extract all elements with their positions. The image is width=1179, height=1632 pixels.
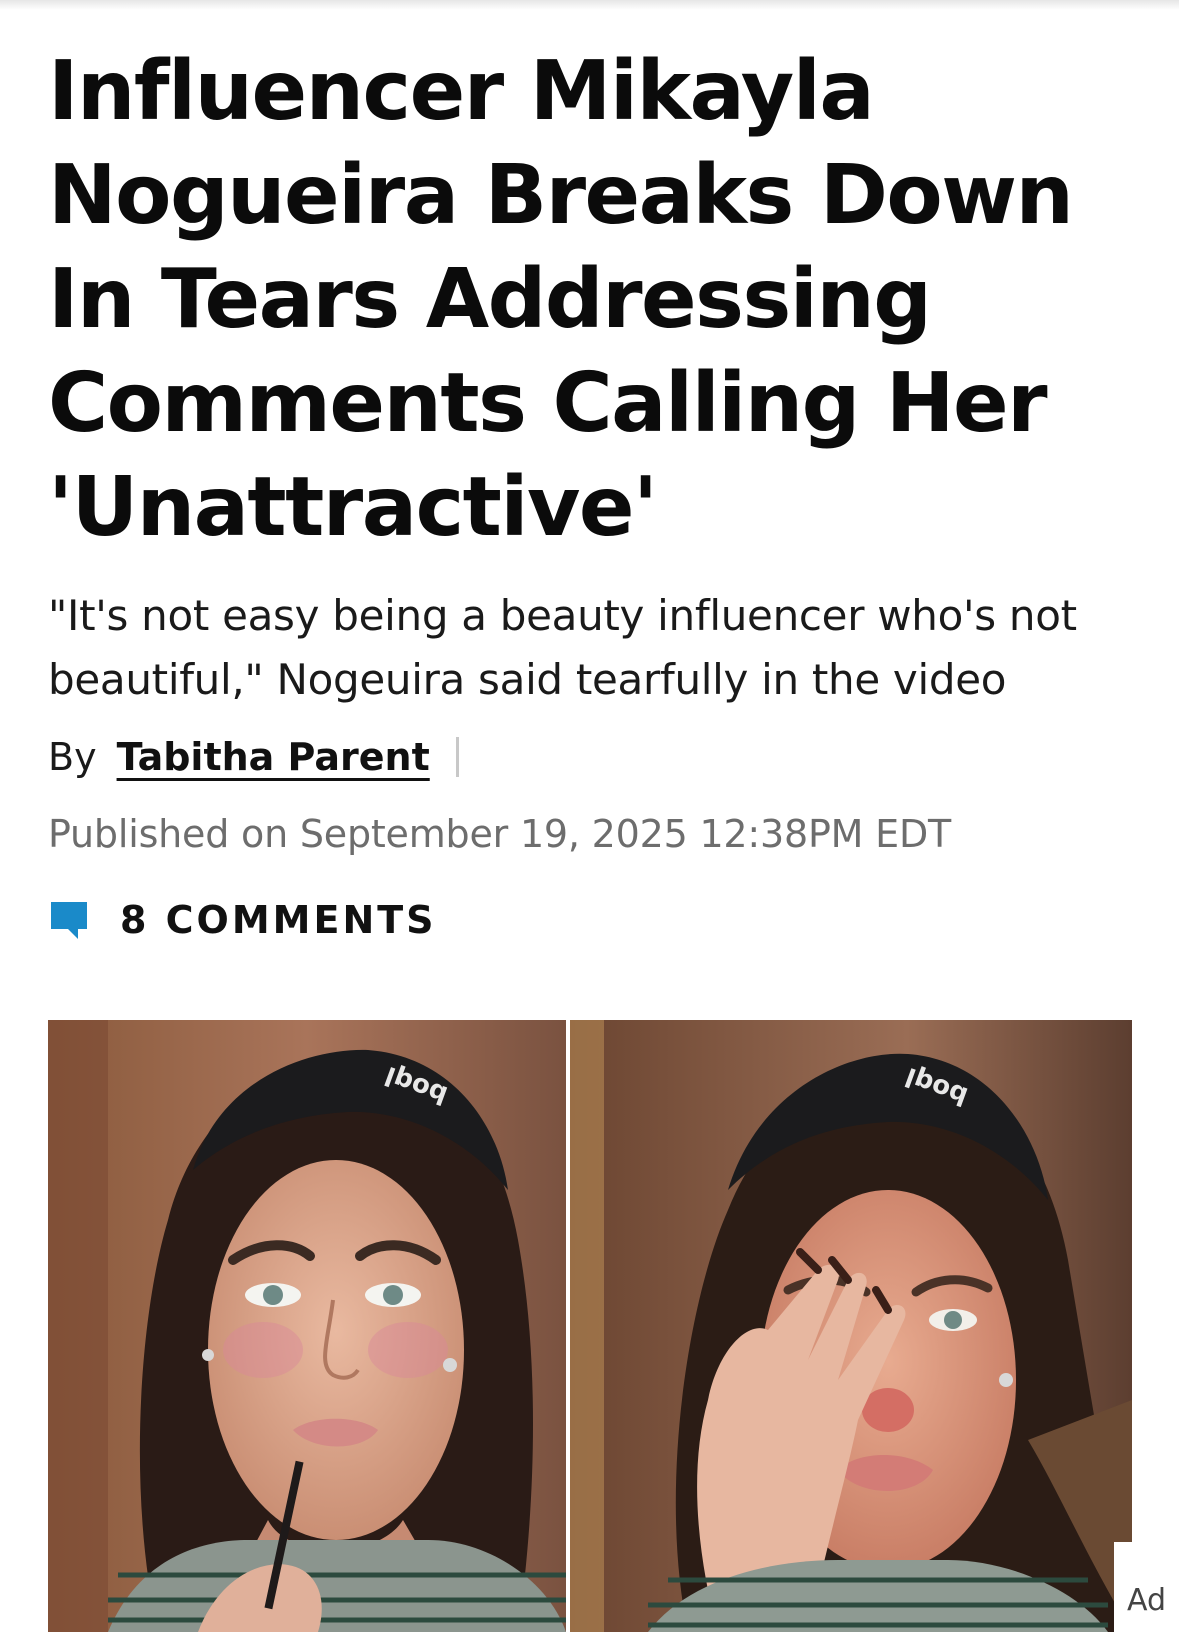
article-subhead: "It's not easy being a beauty influencer… <box>48 591 1077 704</box>
comment-bubble-icon <box>51 902 87 939</box>
hero-image-graphic: boql boql <box>48 1020 1132 1632</box>
comments-count: 8 COMMENTS <box>120 898 437 942</box>
published-date: Published on September 19, 2025 12:38PM … <box>48 812 952 856</box>
top-shadow <box>0 0 1179 10</box>
ad-badge[interactable]: Ad <box>1114 1542 1179 1632</box>
left-photo-panel: boql <box>48 1020 566 1632</box>
byline: By Tabitha Parent <box>48 732 459 782</box>
byline-separator <box>455 737 459 777</box>
article-headline: Influencer Mikayla Nogueira Breaks Down … <box>48 44 1074 555</box>
article-hero-image[interactable]: boql boql <box>48 1020 1132 1632</box>
right-photo-panel: boql <box>570 1020 1132 1632</box>
author-link[interactable]: Tabitha Parent <box>117 735 430 779</box>
byline-prefix: By <box>48 735 97 779</box>
comments-link[interactable]: 8 COMMENTS <box>48 892 437 948</box>
